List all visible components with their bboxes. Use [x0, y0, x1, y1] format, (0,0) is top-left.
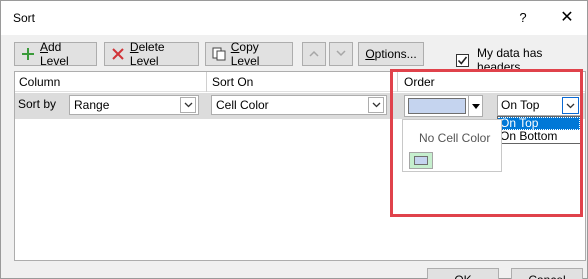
- ok-button[interactable]: OK: [427, 268, 499, 279]
- column-header: Column: [19, 75, 61, 89]
- delete-level-label: Delete Level: [129, 40, 165, 68]
- header-divider: [397, 72, 398, 92]
- cell-color-palette: No Cell Color: [402, 119, 502, 172]
- column-combo-value: Range: [74, 98, 110, 112]
- close-button[interactable]: ✕: [553, 7, 581, 29]
- headers-checkbox-row[interactable]: My data has headers: [456, 46, 587, 74]
- delete-level-button[interactable]: Delete Level: [104, 40, 199, 68]
- sort-by-label: Sort by: [18, 97, 57, 111]
- headers-checkbox[interactable]: [456, 53, 469, 67]
- palette-color-fill: [414, 156, 428, 165]
- triangle-down-icon[interactable]: [468, 96, 482, 116]
- selected-color-swatch: [408, 98, 466, 114]
- palette-color-swatch[interactable]: [409, 152, 433, 169]
- order-options-list: On Top On Bottom: [497, 116, 581, 144]
- sort-levels-grid: Column Sort On Order Sort by Range Cell …: [14, 71, 586, 261]
- chevron-down-icon: [336, 49, 346, 60]
- title-bar: Sort ? ✕: [1, 1, 587, 35]
- order-header: Order: [404, 75, 435, 89]
- chevron-up-icon: [309, 49, 319, 60]
- add-level-button[interactable]: Add Level: [14, 40, 97, 68]
- chevron-down-icon[interactable]: [562, 97, 579, 114]
- sort-on-combo[interactable]: Cell Color: [211, 95, 387, 115]
- sort-on-combo-value: Cell Color: [216, 98, 269, 112]
- move-up-button[interactable]: [302, 42, 326, 66]
- chevron-down-icon[interactable]: [180, 97, 196, 113]
- dialog-title: Sort: [13, 11, 36, 25]
- header-divider: [206, 72, 207, 92]
- order-combo-value: On Top: [501, 98, 540, 112]
- no-cell-color-option[interactable]: No Cell Color: [419, 131, 490, 145]
- sort-dialog: Sort ? ✕ Add Level Delete Level Copy Lev…: [0, 0, 588, 279]
- options-button[interactable]: Options...: [358, 42, 424, 66]
- add-level-label: Add Level: [39, 40, 69, 68]
- grid-header: Column Sort On Order: [15, 72, 585, 92]
- order-option-on-bottom[interactable]: On Bottom: [498, 130, 580, 143]
- cancel-button[interactable]: Cancel: [511, 268, 583, 279]
- copy-level-label: Copy Level: [230, 40, 260, 68]
- help-button[interactable]: ?: [509, 7, 537, 29]
- color-picker-dropdown[interactable]: [404, 95, 483, 117]
- copy-level-button[interactable]: Copy Level: [205, 40, 293, 68]
- order-combo[interactable]: On Top: [497, 95, 581, 116]
- copy-icon: [212, 46, 227, 62]
- chevron-down-icon[interactable]: [368, 97, 384, 113]
- options-label: Options...: [365, 47, 417, 61]
- column-combo[interactable]: Range: [69, 95, 199, 115]
- plus-icon: [21, 46, 36, 62]
- move-down-button[interactable]: [329, 42, 353, 66]
- sort-on-header: Sort On: [212, 75, 254, 89]
- delete-x-icon: [111, 46, 126, 62]
- headers-checkbox-label: My data has headers: [477, 46, 543, 74]
